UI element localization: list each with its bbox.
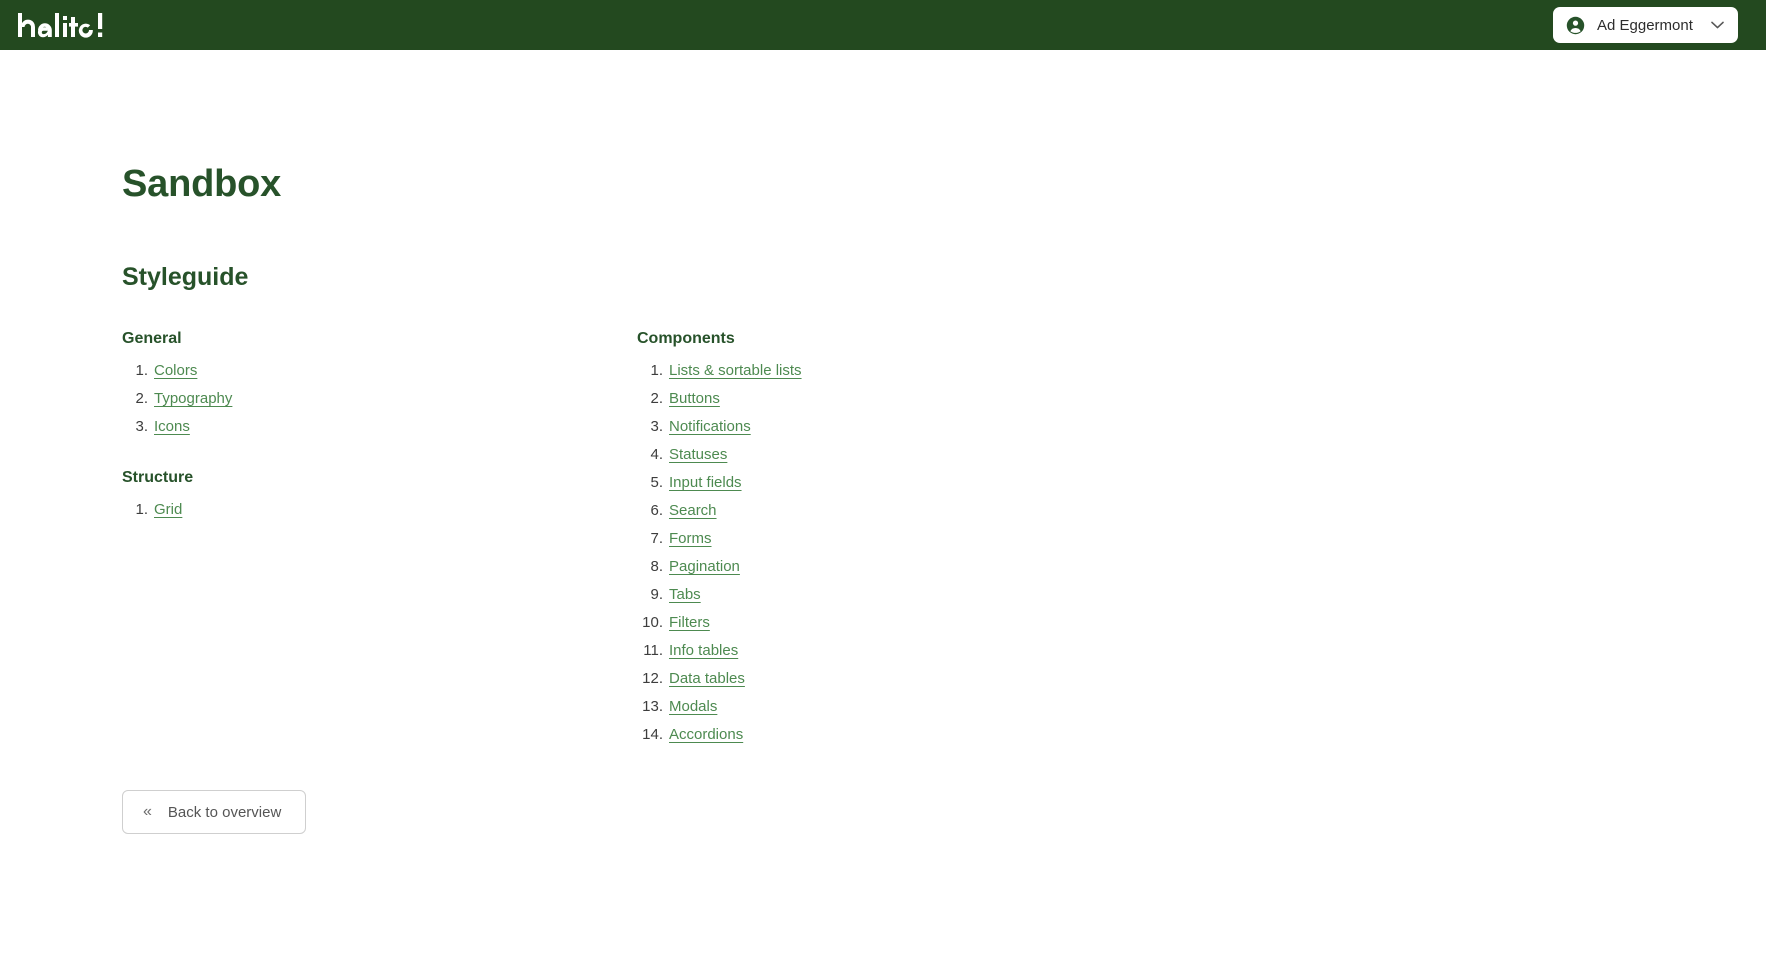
chevron-down-icon[interactable]: [1711, 21, 1724, 29]
link-modals[interactable]: Modals: [669, 698, 717, 715]
link-buttons[interactable]: Buttons: [669, 390, 720, 407]
list-item: Forms: [637, 530, 1237, 547]
list-item: Input fields: [637, 474, 1237, 491]
components-heading: Components: [637, 330, 735, 347]
list-item: Icons: [122, 418, 637, 435]
user-name-label: Ad Eggermont: [1597, 16, 1693, 34]
double-chevron-left-icon: «: [143, 803, 152, 820]
styleguide-columns: General Colors Typography Icons Structur…: [122, 292, 1766, 754]
list-item: Buttons: [637, 390, 1237, 407]
structure-link-list: Grid: [122, 501, 637, 518]
link-accordions[interactable]: Accordions: [669, 726, 743, 743]
footer-actions: « Back to overview: [122, 754, 1766, 834]
list-item: Modals: [637, 698, 1237, 715]
link-statuses[interactable]: Statuses: [669, 446, 727, 463]
list-item: Colors: [122, 362, 637, 379]
link-lists-sortable-lists[interactable]: Lists & sortable lists: [669, 362, 802, 379]
structure-heading: Structure: [122, 469, 194, 486]
back-to-overview-button[interactable]: « Back to overview: [122, 790, 307, 834]
link-grid[interactable]: Grid: [154, 501, 182, 518]
list-item: Info tables: [637, 642, 1237, 659]
list-item: Filters: [637, 614, 1237, 631]
link-typography[interactable]: Typography: [154, 390, 232, 407]
section-title: Styleguide: [122, 263, 249, 291]
list-item: Statuses: [637, 446, 1237, 463]
general-heading: General: [122, 330, 182, 347]
list-item: Search: [637, 502, 1237, 519]
link-info-tables[interactable]: Info tables: [669, 642, 738, 659]
list-item: Typography: [122, 390, 637, 407]
back-to-overview-label: Back to overview: [167, 803, 282, 821]
link-tabs[interactable]: Tabs: [669, 586, 701, 603]
list-item: Notifications: [637, 418, 1237, 435]
list-item: Accordions: [637, 726, 1237, 743]
link-search[interactable]: Search: [669, 502, 717, 519]
halito-wordmark-icon: [18, 13, 103, 38]
link-forms[interactable]: Forms: [669, 530, 712, 547]
components-link-list: Lists & sortable lists Buttons Notificat…: [637, 362, 1237, 743]
column-general: General Colors Typography Icons Structur…: [122, 330, 637, 754]
list-item: Grid: [122, 501, 637, 518]
page-content: Sandbox Styleguide General Colors Typogr…: [0, 50, 1766, 834]
link-data-tables[interactable]: Data tables: [669, 670, 745, 687]
page-title: Sandbox: [122, 163, 282, 205]
link-notifications[interactable]: Notifications: [669, 418, 751, 435]
list-item: Lists & sortable lists: [637, 362, 1237, 379]
account-circle-icon: [1566, 16, 1585, 35]
top-header-bar: Ad Eggermont: [0, 0, 1766, 50]
link-filters[interactable]: Filters: [669, 614, 710, 631]
link-colors[interactable]: Colors: [154, 362, 197, 379]
column-components: Components Lists & sortable lists Button…: [637, 330, 1237, 754]
link-input-fields[interactable]: Input fields: [669, 474, 742, 491]
link-pagination[interactable]: Pagination: [669, 558, 740, 575]
list-item: Data tables: [637, 670, 1237, 687]
list-item: Pagination: [637, 558, 1237, 575]
list-item: Tabs: [637, 586, 1237, 603]
user-menu-button[interactable]: Ad Eggermont: [1553, 7, 1738, 43]
general-link-list: Colors Typography Icons: [122, 362, 637, 435]
halito-logo[interactable]: [18, 0, 114, 50]
link-icons[interactable]: Icons: [154, 418, 190, 435]
